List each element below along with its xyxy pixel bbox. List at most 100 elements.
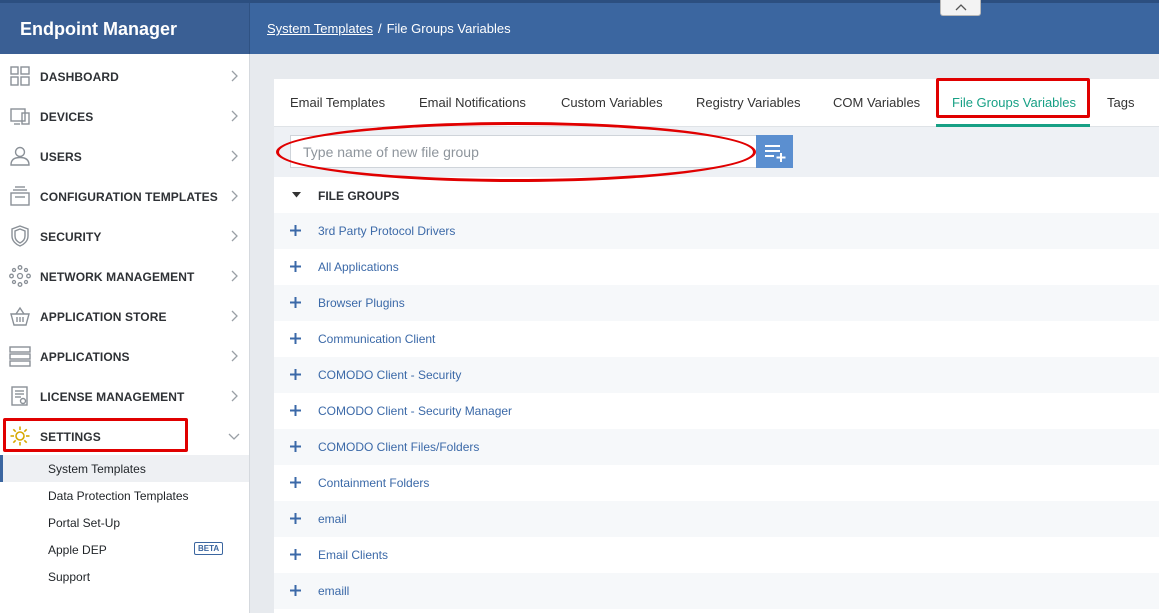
file-group-name[interactable]: Containment Folders xyxy=(318,476,429,490)
chevron-right-icon xyxy=(231,310,238,322)
plus-icon[interactable] xyxy=(290,549,301,560)
sidebar-item-label: SECURITY xyxy=(40,230,102,244)
submenu-item-label: Apple DEP xyxy=(48,543,107,557)
chevron-right-icon xyxy=(231,350,238,362)
add-list-icon xyxy=(765,145,786,162)
shield-icon xyxy=(11,225,29,247)
plus-icon[interactable] xyxy=(290,477,301,488)
plus-icon[interactable] xyxy=(290,225,301,236)
sidebar-item-settings[interactable]: SETTINGS xyxy=(0,416,249,456)
license-icon xyxy=(11,386,28,406)
sidebar-item-network-management[interactable]: NETWORK MANAGEMENT xyxy=(0,256,249,296)
sidebar-item-users[interactable]: USERS xyxy=(0,136,249,176)
new-file-group-input[interactable] xyxy=(290,135,757,168)
file-group-row[interactable]: emaill xyxy=(274,573,1159,609)
tab-bar: Email Templates Email Notifications Cust… xyxy=(274,79,1159,127)
file-group-row[interactable]: COMODO Client - Security xyxy=(274,357,1159,393)
sidebar-item-label: DEVICES xyxy=(40,110,94,124)
beta-badge: BETA xyxy=(194,542,224,555)
submenu-item-system-templates[interactable]: System Templates xyxy=(0,455,249,482)
network-icon xyxy=(9,265,31,287)
breadcrumb-link-system-templates[interactable]: System Templates xyxy=(267,21,373,36)
tab-registry-variables[interactable]: Registry Variables xyxy=(696,95,801,110)
submenu-item-label: Data Protection Templates xyxy=(48,489,189,503)
tab-com-variables[interactable]: COM Variables xyxy=(833,95,920,110)
file-group-name[interactable]: COMODO Client Files/Folders xyxy=(318,440,479,454)
submenu-item-support[interactable]: Support xyxy=(0,563,249,590)
file-group-name[interactable]: Browser Plugins xyxy=(318,296,405,310)
tab-file-groups-variables[interactable]: File Groups Variables xyxy=(952,95,1076,110)
file-group-row[interactable]: COMODO Client - Security Manager xyxy=(274,393,1159,429)
breadcrumb-separator: / xyxy=(377,21,382,36)
breadcrumb-current: File Groups Variables xyxy=(386,21,511,36)
sidebar: DASHBOARD DEVICES USERS CONFIGURATION TE… xyxy=(0,54,250,613)
submenu-item-data-protection-templates[interactable]: Data Protection Templates xyxy=(0,482,249,509)
gear-icon xyxy=(10,426,30,446)
file-group-name[interactable]: email xyxy=(318,512,347,526)
sidebar-item-label: DASHBOARD xyxy=(40,70,119,84)
breadcrumb: System Templates / File Groups Variables xyxy=(267,21,511,36)
file-group-name[interactable]: emaill xyxy=(318,584,349,598)
submenu-item-portal-set-up[interactable]: Portal Set-Up xyxy=(0,509,249,536)
new-file-group-bar xyxy=(274,127,1159,177)
file-group-name[interactable]: All Applications xyxy=(318,260,399,274)
chevron-down-icon xyxy=(228,433,240,440)
submenu-item-apple-dep[interactable]: Apple DEP BETA xyxy=(0,536,249,563)
file-group-row[interactable]: Browser Plugins xyxy=(274,285,1159,321)
file-group-row[interactable]: Containment Folders xyxy=(274,465,1159,501)
plus-icon[interactable] xyxy=(290,513,301,524)
file-group-name[interactable]: 3rd Party Protocol Drivers xyxy=(318,224,455,238)
file-group-row[interactable]: Communication Client xyxy=(274,321,1159,357)
file-group-name[interactable]: Communication Client xyxy=(318,332,435,346)
plus-icon[interactable] xyxy=(290,369,301,380)
chevron-right-icon xyxy=(231,270,238,282)
sidebar-item-label: APPLICATION STORE xyxy=(40,310,167,324)
plus-icon[interactable] xyxy=(290,405,301,416)
submenu-item-label: Portal Set-Up xyxy=(48,516,121,530)
file-group-name[interactable]: Email Clients xyxy=(318,548,388,562)
sidebar-item-dashboard[interactable]: DASHBOARD xyxy=(0,56,249,96)
tab-email-notifications[interactable]: Email Notifications xyxy=(419,95,526,110)
sidebar-item-label: CONFIGURATION TEMPLATES xyxy=(40,190,218,204)
file-group-name[interactable]: COMODO Client - Security Manager xyxy=(318,404,512,418)
sidebar-item-devices[interactable]: DEVICES xyxy=(0,96,249,136)
add-file-group-button[interactable] xyxy=(756,135,793,168)
app-title: Endpoint Manager xyxy=(0,3,250,54)
sidebar-item-application-store[interactable]: APPLICATION STORE xyxy=(0,296,249,336)
file-group-row[interactable]: All Applications xyxy=(274,249,1159,285)
submenu-item-label: System Templates xyxy=(48,462,146,476)
sidebar-item-configuration-templates[interactable]: CONFIGURATION TEMPLATES xyxy=(0,176,249,216)
chevron-right-icon xyxy=(231,110,238,122)
sidebar-item-security[interactable]: SECURITY xyxy=(0,216,249,256)
user-icon xyxy=(10,146,30,166)
collapse-header-button[interactable] xyxy=(940,0,981,16)
chevron-right-icon xyxy=(231,150,238,162)
file-group-name[interactable]: COMODO Client - Security xyxy=(318,368,461,382)
applications-icon xyxy=(9,346,31,367)
sidebar-item-license-management[interactable]: LICENSE MANAGEMENT xyxy=(0,376,249,416)
plus-icon[interactable] xyxy=(290,585,301,596)
tab-email-templates[interactable]: Email Templates xyxy=(290,95,385,110)
plus-icon[interactable] xyxy=(290,441,301,452)
plus-icon[interactable] xyxy=(290,261,301,272)
templates-icon xyxy=(10,186,30,206)
sidebar-item-label: USERS xyxy=(40,150,82,164)
caret-down-icon xyxy=(292,192,301,198)
dashboard-icon xyxy=(10,66,30,86)
tab-tags[interactable]: Tags xyxy=(1107,95,1134,110)
chevron-up-icon xyxy=(955,4,966,11)
file-groups-header[interactable]: FILE GROUPS xyxy=(274,177,1159,213)
file-group-row[interactable]: Email Clients xyxy=(274,537,1159,573)
basket-icon xyxy=(10,306,30,326)
sidebar-item-applications[interactable]: APPLICATIONS xyxy=(0,336,249,376)
chevron-right-icon xyxy=(231,190,238,202)
file-group-row[interactable]: 3rd Party Protocol Drivers xyxy=(274,213,1159,249)
plus-icon[interactable] xyxy=(290,333,301,344)
plus-icon[interactable] xyxy=(290,297,301,308)
tab-custom-variables[interactable]: Custom Variables xyxy=(561,95,663,110)
top-header: Endpoint Manager System Templates / File G… xyxy=(0,0,1159,54)
file-group-row[interactable]: COMODO Client Files/Folders xyxy=(274,429,1159,465)
main-panel: Email Templates Email Notifications Cust… xyxy=(274,79,1159,613)
sidebar-item-label: APPLICATIONS xyxy=(40,350,130,364)
file-group-row[interactable]: email xyxy=(274,501,1159,537)
